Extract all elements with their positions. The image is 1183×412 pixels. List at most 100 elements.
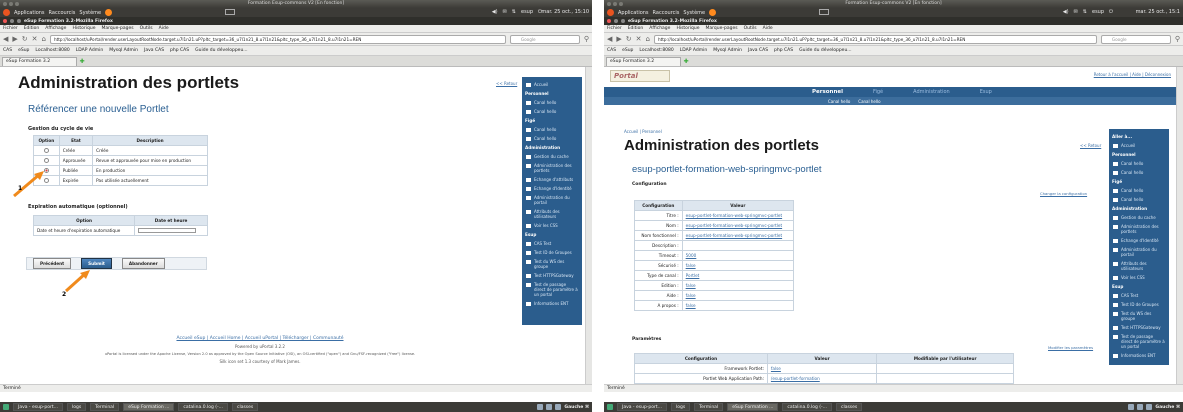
- sidebar-item[interactable]: Attributs des utilisateurs: [1111, 259, 1167, 273]
- home-icon[interactable]: ⌂: [42, 35, 46, 43]
- volume-icon[interactable]: ◀): [1063, 8, 1069, 17]
- firefox-launcher-icon[interactable]: [709, 9, 717, 16]
- clock[interactable]: mar. 25 oct., 15:1: [1136, 8, 1180, 17]
- menu-item[interactable]: Édition: [24, 26, 40, 31]
- sidebar-item[interactable]: Test de passage direct de paramètre à un…: [524, 280, 580, 299]
- return-link[interactable]: << Retour: [1080, 143, 1101, 148]
- sidebar-item[interactable]: Canal hello: [1111, 159, 1167, 168]
- show-desktop-icon[interactable]: [3, 404, 9, 410]
- bookmark[interactable]: LDAP Admin: [76, 48, 103, 53]
- sidebar-item[interactable]: Test ID de Groupes: [1111, 300, 1167, 309]
- bookmark[interactable]: Localhost:8080: [639, 48, 673, 53]
- stop-icon[interactable]: ✕: [636, 35, 642, 43]
- workspace-icon[interactable]: [1146, 404, 1153, 410]
- menu-item[interactable]: Outils: [744, 26, 757, 31]
- search-icon[interactable]: ⚲: [584, 35, 589, 43]
- menu-places[interactable]: Raccourcis: [653, 10, 680, 16]
- bookmark[interactable]: Guide du développeu...: [799, 48, 851, 53]
- minimize-icon[interactable]: [614, 19, 618, 23]
- power-icon[interactable]: ⏻: [1109, 8, 1113, 17]
- change-configuration-link[interactable]: Changer la configuration: [1040, 191, 1087, 196]
- forward-icon[interactable]: ▶: [12, 35, 17, 43]
- taskbar-item[interactable]: catalina.0.log (-...: [782, 403, 832, 411]
- portal-tab[interactable]: Esup: [980, 89, 992, 95]
- menu-item[interactable]: Outils: [140, 26, 153, 31]
- config-value[interactable]: false: [681, 290, 795, 301]
- network-icon[interactable]: ⇅: [1083, 8, 1087, 17]
- taskbar-item[interactable]: eSup Formation ...: [727, 403, 779, 411]
- sidebar-item[interactable]: Test du WS des groupe: [524, 257, 580, 271]
- reload-icon[interactable]: ↻: [626, 35, 632, 43]
- taskbar-item[interactable]: logs: [670, 403, 691, 411]
- volume-icon[interactable]: ◀): [492, 8, 498, 17]
- portal-tab[interactable]: Administration: [913, 89, 950, 95]
- sidebar-item[interactable]: Test de passage direct de paramètre à un…: [1111, 332, 1167, 351]
- footer-links[interactable]: Accueil eSup | Accueil Home | Accueil uP…: [0, 336, 520, 341]
- bookmark[interactable]: Mysql Admin: [713, 48, 742, 53]
- reload-icon[interactable]: ↻: [22, 35, 28, 43]
- mail-icon[interactable]: ✉: [1074, 8, 1078, 17]
- firefox-launcher-icon[interactable]: [105, 9, 113, 16]
- sidebar-item[interactable]: Echange d'Identité: [524, 184, 580, 193]
- user-menu[interactable]: esup: [1092, 8, 1104, 17]
- taskbar-item[interactable]: classes: [231, 403, 259, 411]
- sidebar-item[interactable]: Canal hello: [1111, 186, 1167, 195]
- new-tab-icon[interactable]: ✚: [77, 58, 87, 66]
- sidebar-item[interactable]: Informations ENT: [524, 299, 580, 308]
- expiration-date-input[interactable]: [138, 228, 197, 233]
- workspace-icon[interactable]: [555, 404, 562, 410]
- vertical-scrollbar[interactable]: [585, 67, 592, 384]
- browser-tab[interactable]: eSup Formation 3.2: [606, 57, 681, 66]
- menu-item[interactable]: Marque-pages: [102, 26, 134, 31]
- url-bar[interactable]: http://localhost/uPortal/render.userLayo…: [49, 34, 506, 44]
- sidebar-item[interactable]: Test ID de Groupes: [524, 248, 580, 257]
- forward-icon[interactable]: ▶: [616, 35, 621, 43]
- sidebar-item[interactable]: Administration des portlets: [1111, 222, 1167, 236]
- config-value[interactable]: [681, 240, 795, 251]
- sidebar-item[interactable]: Canal hello: [524, 134, 580, 143]
- config-value[interactable]: esup-portlet-formation-web-springmvc-por…: [681, 210, 795, 221]
- state-radio[interactable]: [43, 157, 49, 163]
- sidebar-item[interactable]: Canal hello: [524, 125, 580, 134]
- sidebar-item[interactable]: Attributs des utilisateurs: [524, 207, 580, 221]
- return-link[interactable]: << Retour: [496, 81, 517, 86]
- menu-places[interactable]: Raccourcis: [49, 10, 76, 16]
- bookmark[interactable]: CAS: [607, 48, 616, 53]
- config-value[interactable]: Portlet: [681, 270, 795, 281]
- config-value[interactable]: esup-portlet-formation-web-springmvc-por…: [681, 220, 795, 231]
- breadcrumb[interactable]: Accueil | Personnel: [624, 129, 662, 134]
- previous-button[interactable]: Précédent: [33, 258, 72, 269]
- ubuntu-icon[interactable]: [3, 9, 10, 16]
- sidebar-item[interactable]: Test du WS des groupe: [1111, 309, 1167, 323]
- taskbar-item[interactable]: catalina.0.log (-...: [178, 403, 228, 411]
- network-icon[interactable]: ⇅: [512, 8, 516, 17]
- menu-item[interactable]: Affichage: [45, 26, 66, 31]
- param-value[interactable]: /esup-portlet-formation: [766, 373, 878, 384]
- bookmark[interactable]: Mysql Admin: [109, 48, 138, 53]
- taskbar-item[interactable]: logs: [66, 403, 87, 411]
- bookmark[interactable]: eSup: [18, 48, 29, 53]
- menu-item[interactable]: Historique: [676, 26, 699, 31]
- maximize-icon[interactable]: [17, 19, 21, 23]
- sidebar-item[interactable]: Canal hello: [524, 98, 580, 107]
- config-value[interactable]: false: [681, 260, 795, 271]
- browser-tab[interactable]: eSup Formation 3.2: [2, 57, 77, 66]
- top-links[interactable]: Retour à l'accueil | Aide | Déconnexion: [1094, 72, 1171, 77]
- menu-system[interactable]: Système: [79, 10, 101, 16]
- sidebar-item[interactable]: Test HTTPSGateway: [524, 271, 580, 280]
- close-icon[interactable]: [607, 19, 611, 23]
- taskbar-item[interactable]: Terminal: [90, 403, 120, 411]
- sidebar-item[interactable]: Administration du portail: [1111, 245, 1167, 259]
- menu-applications[interactable]: Applications: [618, 10, 649, 16]
- vertical-scrollbar[interactable]: [1176, 67, 1183, 384]
- config-value[interactable]: esup-portlet-formation-web-springmvc-por…: [681, 230, 795, 241]
- menu-item[interactable]: Fichier: [607, 26, 622, 31]
- workspace-icon[interactable]: [537, 404, 544, 410]
- bookmark[interactable]: Localhost:8080: [35, 48, 69, 53]
- sidebar-item[interactable]: Gestion du cache: [1111, 213, 1167, 222]
- menu-item[interactable]: Fichier: [3, 26, 18, 31]
- close-icon[interactable]: [3, 19, 7, 23]
- sidebar-item[interactable]: Voir les CSS: [1111, 273, 1167, 282]
- sidebar-item[interactable]: Test HTTPSGateway: [1111, 323, 1167, 332]
- mail-icon[interactable]: ✉: [503, 8, 507, 17]
